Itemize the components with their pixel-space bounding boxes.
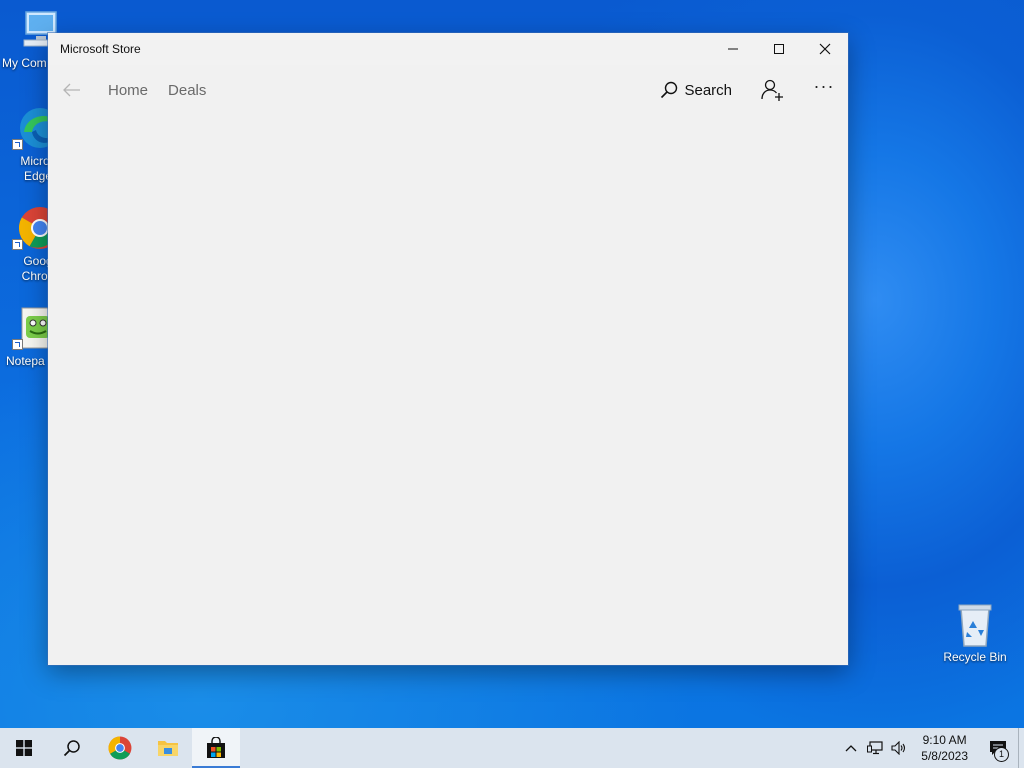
- taskbar-search-button[interactable]: [48, 728, 96, 768]
- clock-time: 9:10 AM: [922, 733, 967, 747]
- network-button[interactable]: [863, 728, 887, 768]
- action-center-button[interactable]: 1: [978, 728, 1018, 768]
- search-button[interactable]: Search: [660, 81, 732, 99]
- taskbar: 9:10 AM 5/8/2023 1: [0, 728, 1024, 768]
- chrome-icon: [108, 736, 132, 760]
- close-icon: [819, 43, 831, 55]
- store-bag-icon: [207, 737, 225, 758]
- network-icon: [867, 741, 883, 755]
- volume-icon: [891, 741, 906, 755]
- search-icon: [63, 740, 80, 757]
- clock[interactable]: 9:10 AM 5/8/2023: [911, 732, 978, 764]
- volume-button[interactable]: [887, 728, 911, 768]
- nav-link-deals[interactable]: Deals: [168, 82, 206, 99]
- taskbar-chrome-button[interactable]: [96, 728, 144, 768]
- store-content-area: [48, 115, 848, 665]
- shortcut-arrow-icon: [12, 339, 23, 350]
- window-title: Microsoft Store: [60, 42, 141, 56]
- desktop-icon-recycle-bin[interactable]: Recycle Bin: [937, 602, 1013, 665]
- system-tray: 9:10 AM 5/8/2023 1: [839, 728, 1024, 768]
- maximize-button[interactable]: [756, 33, 802, 65]
- maximize-icon: [774, 44, 784, 54]
- show-desktop-button[interactable]: [1018, 728, 1024, 768]
- show-hidden-icons-button[interactable]: [839, 728, 863, 768]
- taskbar-file-explorer-button[interactable]: [144, 728, 192, 768]
- shortcut-arrow-icon: [12, 139, 23, 150]
- more-options-button[interactable]: ···: [806, 70, 842, 102]
- nav-link-home[interactable]: Home: [108, 82, 148, 99]
- search-icon: [661, 81, 678, 99]
- minimize-icon: [728, 48, 738, 50]
- search-label: Search: [684, 81, 732, 99]
- windows-start-icon: [16, 740, 32, 756]
- close-button[interactable]: [802, 33, 848, 65]
- add-account-icon: [761, 79, 783, 101]
- store-window: Microsoft Store Home Deals Search ···: [48, 33, 848, 665]
- start-button[interactable]: [0, 728, 48, 768]
- store-nav-bar: Home Deals Search ···: [48, 65, 848, 115]
- title-bar[interactable]: Microsoft Store: [48, 33, 848, 65]
- back-button[interactable]: [52, 70, 92, 110]
- taskbar-store-button[interactable]: [192, 728, 240, 768]
- minimize-button[interactable]: [710, 33, 756, 65]
- desktop-icon-label: Recycle Bin: [943, 650, 1007, 664]
- recycle-bin-icon: [955, 602, 995, 648]
- clock-date: 5/8/2023: [921, 749, 968, 763]
- chevron-up-icon: [845, 745, 857, 752]
- back-arrow-icon: [63, 83, 80, 97]
- notification-count-badge: 1: [994, 747, 1009, 762]
- account-button[interactable]: [756, 74, 788, 106]
- shortcut-arrow-icon: [12, 239, 23, 250]
- folder-icon: [158, 741, 178, 756]
